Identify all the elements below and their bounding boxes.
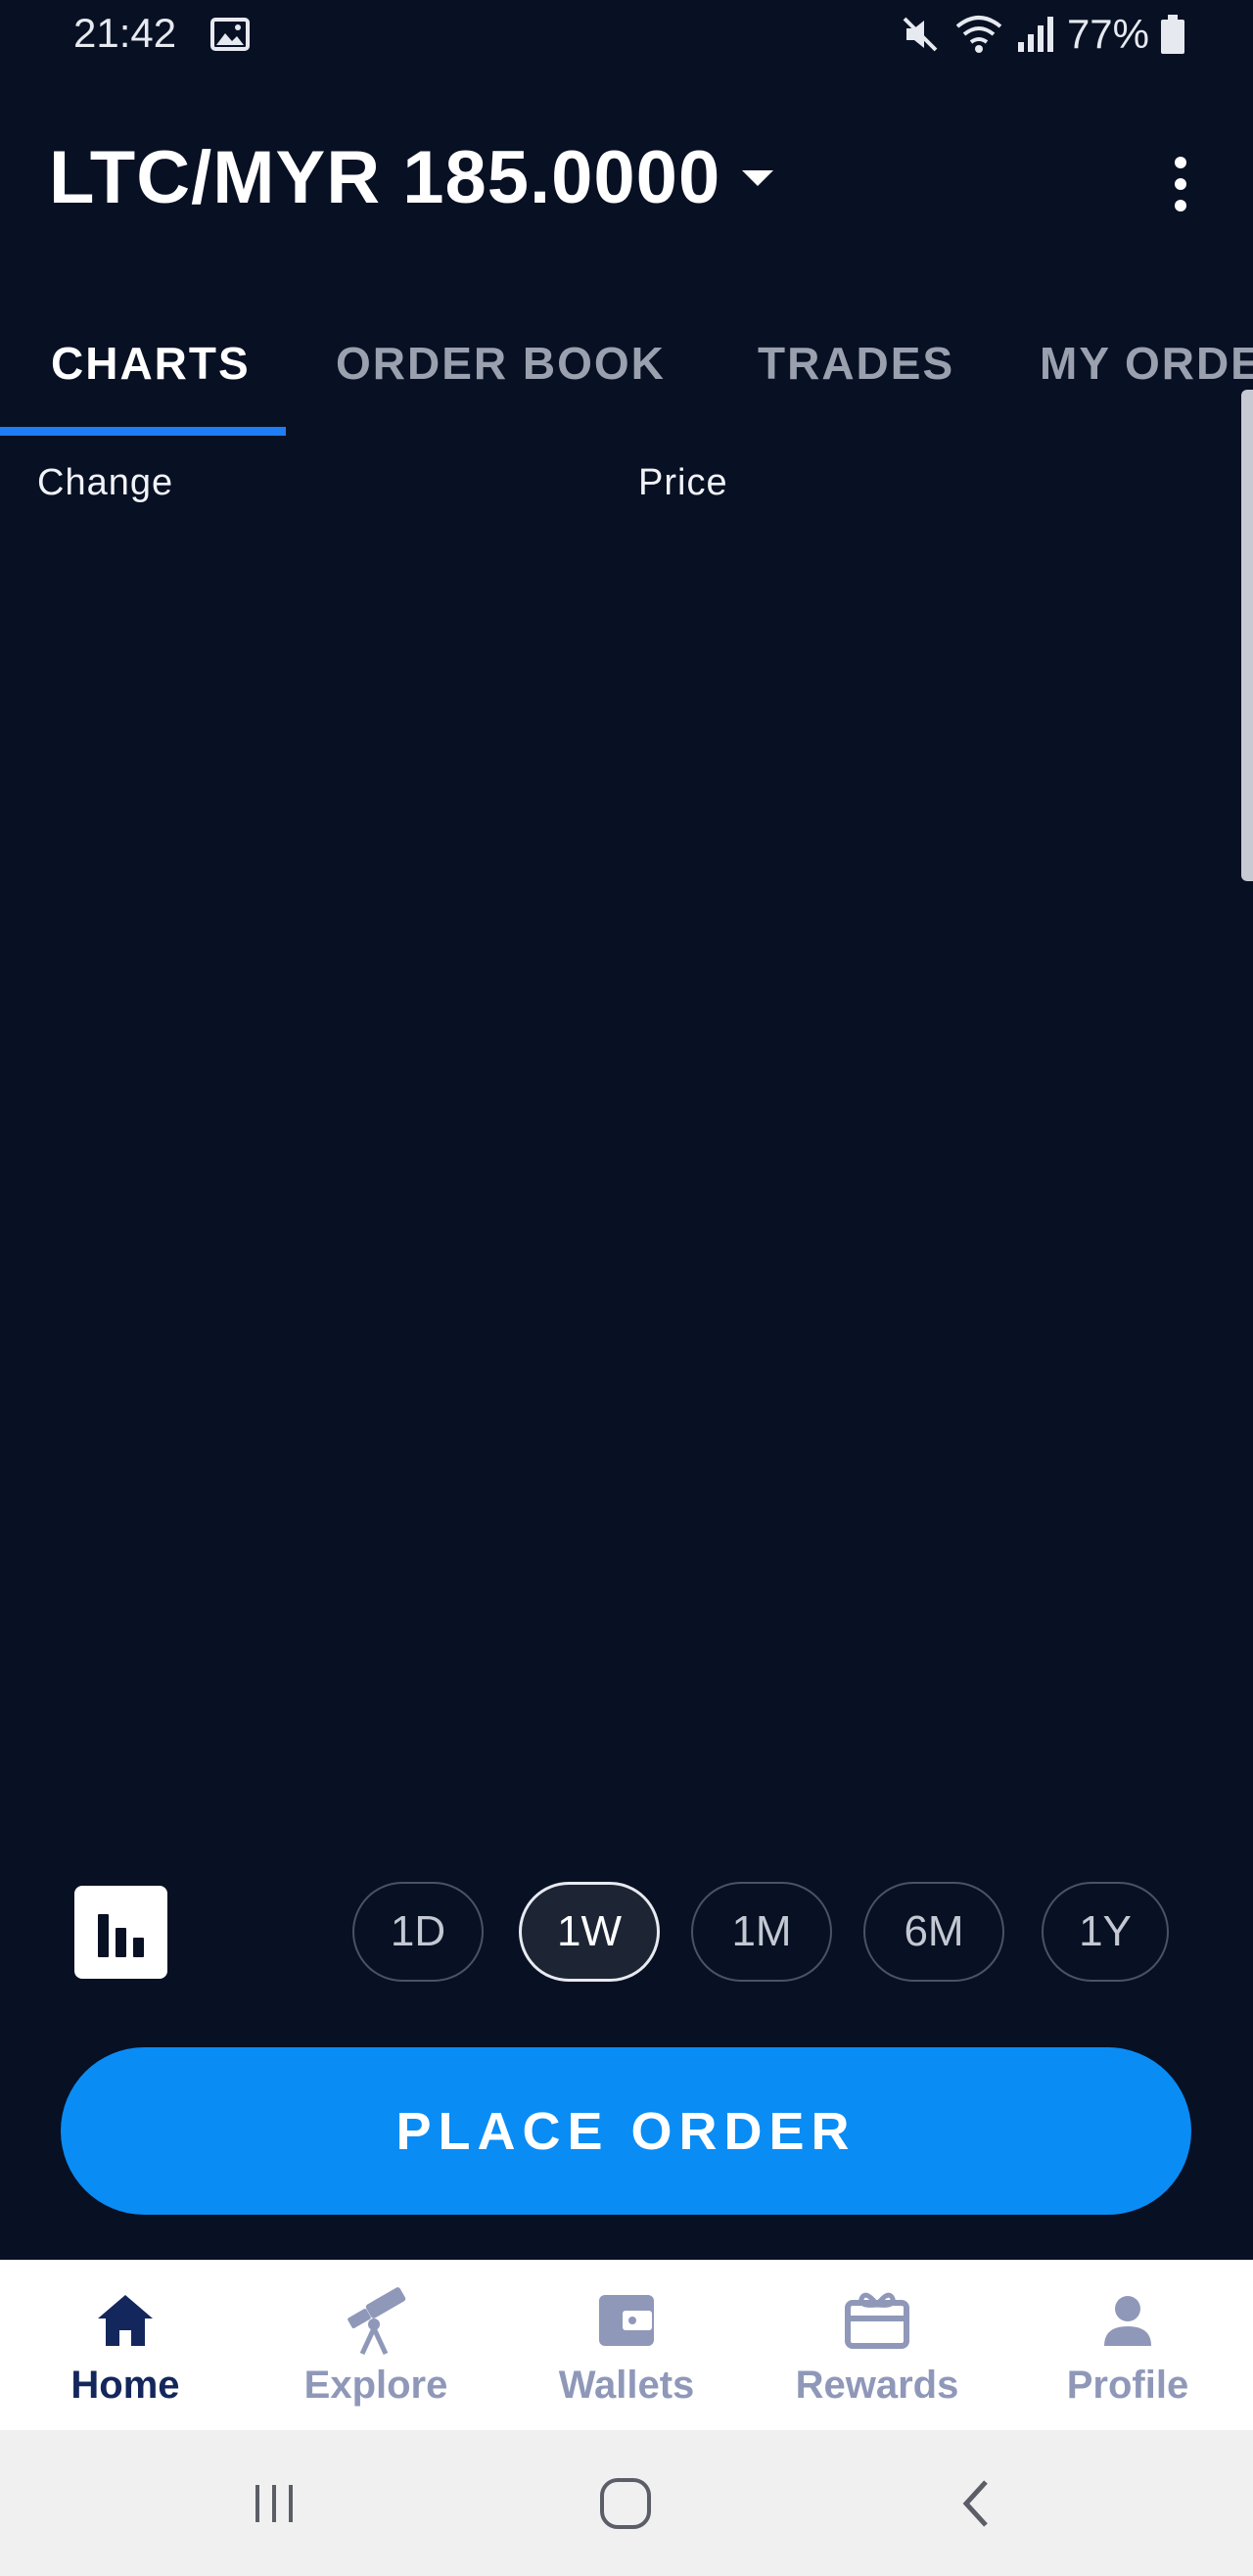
home-circle-icon[interactable] [591, 2469, 660, 2538]
bottom-navigation: Home Explore Wallets Rewards Profile [0, 2260, 1253, 2430]
wallet-icon [587, 2285, 666, 2356]
battery-percent: 77% [1066, 11, 1149, 57]
pair-price: 185.0000 [402, 136, 721, 219]
range-1m[interactable]: 1M [691, 1882, 832, 1982]
recents-icon[interactable] [240, 2469, 308, 2538]
profile-icon [1089, 2285, 1167, 2356]
nav-rewards[interactable]: Rewards [752, 2260, 1002, 2430]
nav-home-label: Home [70, 2364, 180, 2407]
signal-icon [1017, 17, 1053, 52]
tab-order-book[interactable]: ORDER BOOK [336, 337, 666, 390]
system-navigation-bar [0, 2430, 1253, 2576]
more-vertical-icon[interactable] [1169, 157, 1192, 211]
gallery-icon [210, 18, 250, 51]
price-chart-area[interactable] [0, 529, 1233, 1860]
range-1d[interactable]: 1D [352, 1882, 484, 1982]
market-tabs: CHARTS ORDER BOOK TRADES MY ORDERS [0, 313, 1253, 439]
nav-rewards-label: Rewards [795, 2364, 959, 2407]
nav-explore-label: Explore [303, 2364, 448, 2407]
status-time: 21:42 [73, 10, 177, 56]
nav-profile[interactable]: Profile [1002, 2260, 1253, 2430]
pair-name: LTC/MYR [49, 136, 382, 219]
mute-icon [903, 17, 938, 52]
nav-wallets[interactable]: Wallets [501, 2260, 752, 2430]
active-tab-indicator [0, 427, 286, 436]
price-label: Price [638, 462, 728, 503]
nav-explore[interactable]: Explore [251, 2260, 501, 2430]
nav-profile-label: Profile [1066, 2364, 1189, 2407]
nav-home[interactable]: Home [0, 2260, 251, 2430]
range-6m[interactable]: 6M [863, 1882, 1004, 1982]
range-1y[interactable]: 1Y [1042, 1882, 1169, 1982]
tab-charts[interactable]: CHARTS [51, 337, 251, 390]
chart-legend: Change Price [0, 462, 1253, 517]
change-label: Change [37, 462, 174, 503]
back-icon[interactable] [942, 2469, 1010, 2538]
home-icon [86, 2285, 164, 2356]
caret-down-icon [742, 169, 774, 186]
battery-icon [1161, 15, 1184, 54]
telescope-icon [337, 2285, 415, 2356]
pair-selector[interactable]: LTC/MYR 185.0000 [49, 135, 774, 220]
bar-chart-icon[interactable] [74, 1886, 167, 1979]
range-1w[interactable]: 1W [519, 1882, 660, 1982]
tab-my-orders[interactable]: MY ORDERS [1040, 337, 1253, 390]
wifi-icon [955, 16, 1002, 53]
market-header: LTC/MYR 185.0000 [49, 127, 1214, 235]
tab-trades[interactable]: TRADES [758, 337, 954, 390]
nav-wallets-label: Wallets [558, 2364, 695, 2407]
status-bar: 21:42 77% [0, 0, 1253, 70]
place-order-button[interactable]: PLACE ORDER [61, 2047, 1191, 2215]
gift-card-icon [838, 2285, 916, 2356]
